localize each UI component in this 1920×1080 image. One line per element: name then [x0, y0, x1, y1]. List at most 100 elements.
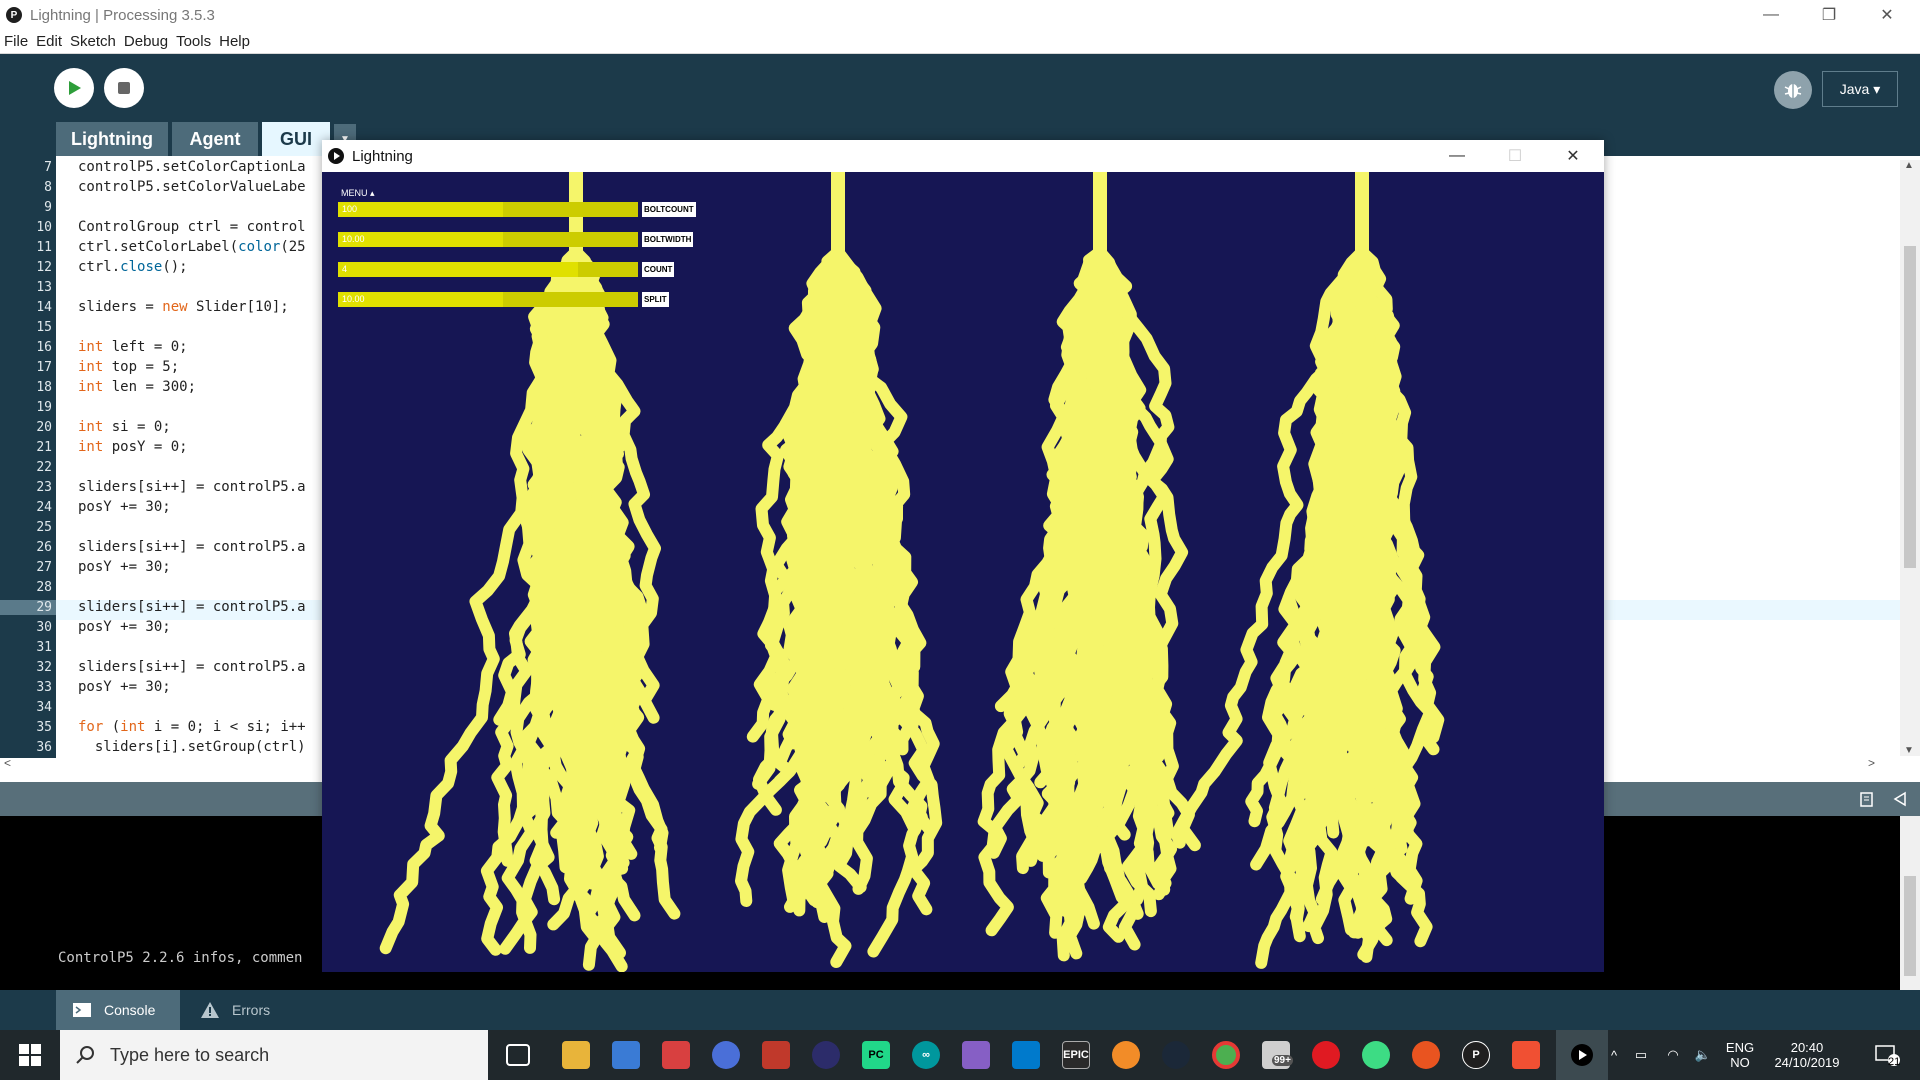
line-number: 8	[44, 180, 52, 195]
mail-icon[interactable]: 99+	[1262, 1041, 1293, 1069]
console-output: ControlP5 2.2.6 infos, commen	[58, 950, 303, 966]
tab-lightning[interactable]: Lightning	[56, 122, 168, 156]
gift-app-icon[interactable]	[662, 1041, 690, 1069]
app-icon-6[interactable]	[762, 1041, 790, 1069]
line-number: 9	[44, 200, 52, 215]
code-line: sliders = new Slider[10];	[78, 299, 289, 315]
tab-console[interactable]: Console	[56, 990, 180, 1030]
menu-tools[interactable]: Tools	[176, 33, 211, 50]
slider-count[interactable]: 4	[338, 262, 638, 277]
menu-help[interactable]: Help	[219, 33, 250, 50]
visual-studio-icon[interactable]	[962, 1041, 990, 1069]
console-scroll-thumb[interactable]	[1904, 876, 1916, 976]
sketch-maximize-button[interactable]: ☐	[1486, 140, 1544, 172]
code-line: posY += 30;	[78, 559, 171, 575]
git-icon[interactable]	[1512, 1041, 1540, 1069]
slider-label: COUNT	[642, 262, 675, 277]
editor-vertical-scrollbar[interactable]: ▲ ▼	[1900, 160, 1920, 756]
start-button[interactable]	[0, 1030, 60, 1080]
volume-muted-icon[interactable]: 🔈	[1690, 1030, 1716, 1080]
sketch-canvas[interactable]: MENU ▴ 100 BOLTCOUNT 10.00 BOLTWIDTH 4 COUNT 1…	[322, 172, 1604, 972]
code-line: posY += 30;	[78, 619, 171, 635]
slider-value: 100	[342, 204, 358, 214]
menu-file[interactable]: File	[4, 33, 28, 50]
action-center-button[interactable]: 21	[1862, 1030, 1912, 1080]
mode-selector[interactable]: Java ▾	[1822, 71, 1898, 107]
file-explorer-icon[interactable]	[562, 1041, 590, 1069]
line-number: 22	[36, 460, 52, 475]
taskbar-search-box[interactable]: Type here to search	[60, 1030, 488, 1080]
scroll-down-icon[interactable]: ▼	[1904, 745, 1914, 756]
menu-sketch[interactable]: Sketch	[70, 33, 116, 50]
collapse-console-icon[interactable]	[1892, 791, 1908, 807]
copy-icon[interactable]	[1858, 790, 1876, 808]
play-icon	[1571, 1044, 1593, 1066]
epic-games-icon[interactable]: EPIC	[1062, 1041, 1090, 1069]
steam-icon[interactable]	[1162, 1041, 1190, 1069]
task-view-icon[interactable]	[506, 1044, 530, 1066]
sketch-titlebar: Lightning — ☐ ✕	[322, 140, 1604, 172]
restore-button[interactable]: ❐	[1800, 0, 1858, 30]
menu-debug[interactable]: Debug	[124, 33, 168, 50]
tab-errors[interactable]: Errors	[186, 990, 296, 1030]
opera-icon[interactable]	[1312, 1041, 1340, 1069]
slider-boltwidth[interactable]: 10.00	[338, 232, 638, 247]
sketch-close-button[interactable]: ✕	[1544, 140, 1602, 172]
line-number: 16	[36, 340, 52, 355]
ubuntu-icon[interactable]	[1412, 1041, 1440, 1069]
code-line: sliders[si++] = controlP5.a	[78, 539, 306, 555]
close-button[interactable]: ✕	[1858, 0, 1916, 30]
app-icon-5[interactable]	[712, 1041, 740, 1069]
slider-value: 10.00	[342, 294, 365, 304]
minimize-button[interactable]: —	[1742, 0, 1800, 30]
eclipse-icon[interactable]	[812, 1041, 840, 1069]
processing-logo-icon: P	[6, 7, 22, 23]
mail-badge: 99+	[1272, 1055, 1293, 1066]
sketch-window[interactable]: Lightning — ☐ ✕ MENU ▴ 100 BOLTCOUNT 10.00…	[322, 140, 1604, 972]
stop-button[interactable]	[104, 68, 144, 108]
scroll-thumb[interactable]	[1904, 246, 1916, 568]
tray-chevron-icon[interactable]: ^	[1604, 1030, 1624, 1080]
line-number: 11	[36, 240, 52, 255]
debugger-button[interactable]	[1774, 71, 1812, 109]
app-icon-13[interactable]	[1112, 1041, 1140, 1069]
language-indicator[interactable]: ENG NO	[1720, 1030, 1760, 1080]
running-sketch-task[interactable]	[1556, 1030, 1608, 1080]
errors-tab-label: Errors	[232, 1002, 271, 1018]
slider-boltcount[interactable]: 100	[338, 202, 638, 217]
sketch-minimize-button[interactable]: —	[1428, 140, 1486, 172]
android-icon[interactable]	[1362, 1041, 1390, 1069]
pycharm-icon[interactable]: PC	[862, 1041, 890, 1069]
store-icon[interactable]	[612, 1041, 640, 1069]
clock[interactable]: 20:40 24/10/2019	[1762, 1030, 1852, 1080]
bottom-tabs: Console Errors	[0, 990, 1920, 1030]
wifi-icon[interactable]: ◠	[1660, 1030, 1686, 1080]
run-button[interactable]	[54, 68, 94, 108]
warning-icon	[201, 1002, 219, 1018]
chrome-icon[interactable]	[1212, 1041, 1240, 1069]
slider-value: 4	[342, 264, 348, 274]
play-icon	[69, 81, 81, 95]
tab-agent[interactable]: Agent	[172, 122, 258, 156]
menu-edit[interactable]: Edit	[36, 33, 62, 50]
line-number: 17	[36, 360, 52, 375]
scroll-left-icon[interactable]: <	[4, 756, 11, 770]
scroll-up-icon[interactable]: ▲	[1904, 160, 1914, 171]
slider-split[interactable]: 10.00	[338, 292, 638, 307]
processing-icon[interactable]: P	[1462, 1041, 1490, 1069]
vscode-icon[interactable]	[1012, 1041, 1040, 1069]
search-icon	[76, 1046, 94, 1064]
scroll-right-icon[interactable]: >	[1868, 756, 1875, 770]
battery-icon[interactable]: ▭	[1628, 1030, 1654, 1080]
clock-time: 20:40	[1790, 1040, 1824, 1055]
arduino-icon[interactable]: ∞	[912, 1041, 940, 1069]
console-scrollbar[interactable]	[1900, 816, 1920, 990]
line-number: 23	[36, 480, 52, 495]
line-number: 20	[36, 420, 52, 435]
window-titlebar: P Lightning | Processing 3.5.3 — ❐ ✕	[0, 0, 1920, 30]
tab-gui[interactable]: GUI	[262, 122, 330, 156]
line-number: 19	[36, 400, 52, 415]
controlp5-menu-toggle[interactable]: MENU ▴	[341, 188, 375, 199]
code-line: controlP5.setColorValueLabe	[78, 179, 306, 195]
clock-date: 24/10/2019	[1774, 1055, 1840, 1070]
